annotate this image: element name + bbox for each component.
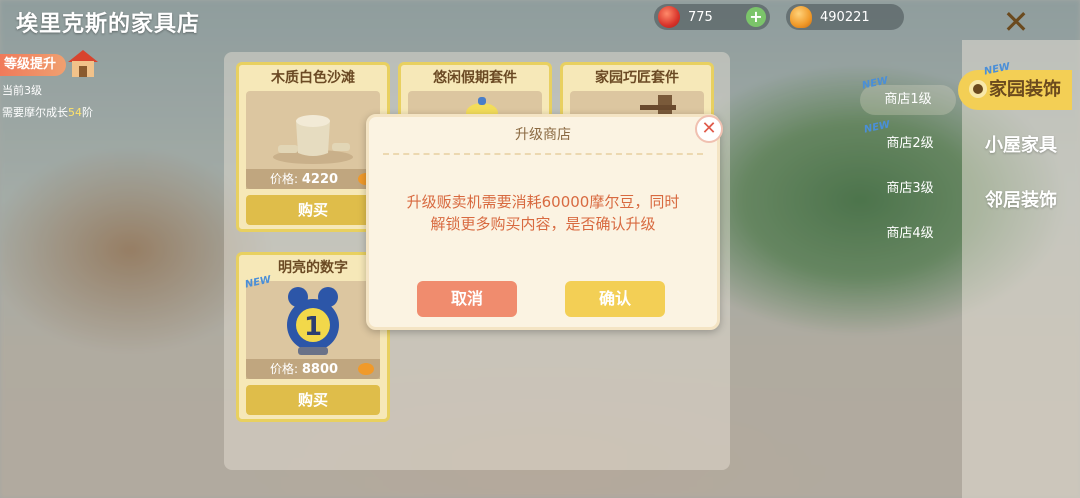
cancel-button[interactable]: 取消	[417, 281, 517, 317]
dialog-message-line: 升级贩卖机需要消耗60000摩尔豆，同时	[406, 193, 680, 211]
dialog-divider	[383, 153, 703, 155]
confirm-button[interactable]: 确认	[565, 281, 665, 317]
dialog-message-line: 解锁更多购买内容，是否确认升级	[430, 215, 656, 233]
upgrade-shop-dialog: 升级商店 升级贩卖机需要消耗60000摩尔豆，同时 解锁更多购买内容，是否确认升…	[366, 114, 723, 330]
dialog-title: 升级商店	[515, 127, 571, 143]
dialog-message: 升级贩卖机需要消耗60000摩尔豆，同时 解锁更多购买内容，是否确认升级	[383, 191, 703, 235]
dialog-close-button[interactable]: ✕	[695, 115, 723, 143]
